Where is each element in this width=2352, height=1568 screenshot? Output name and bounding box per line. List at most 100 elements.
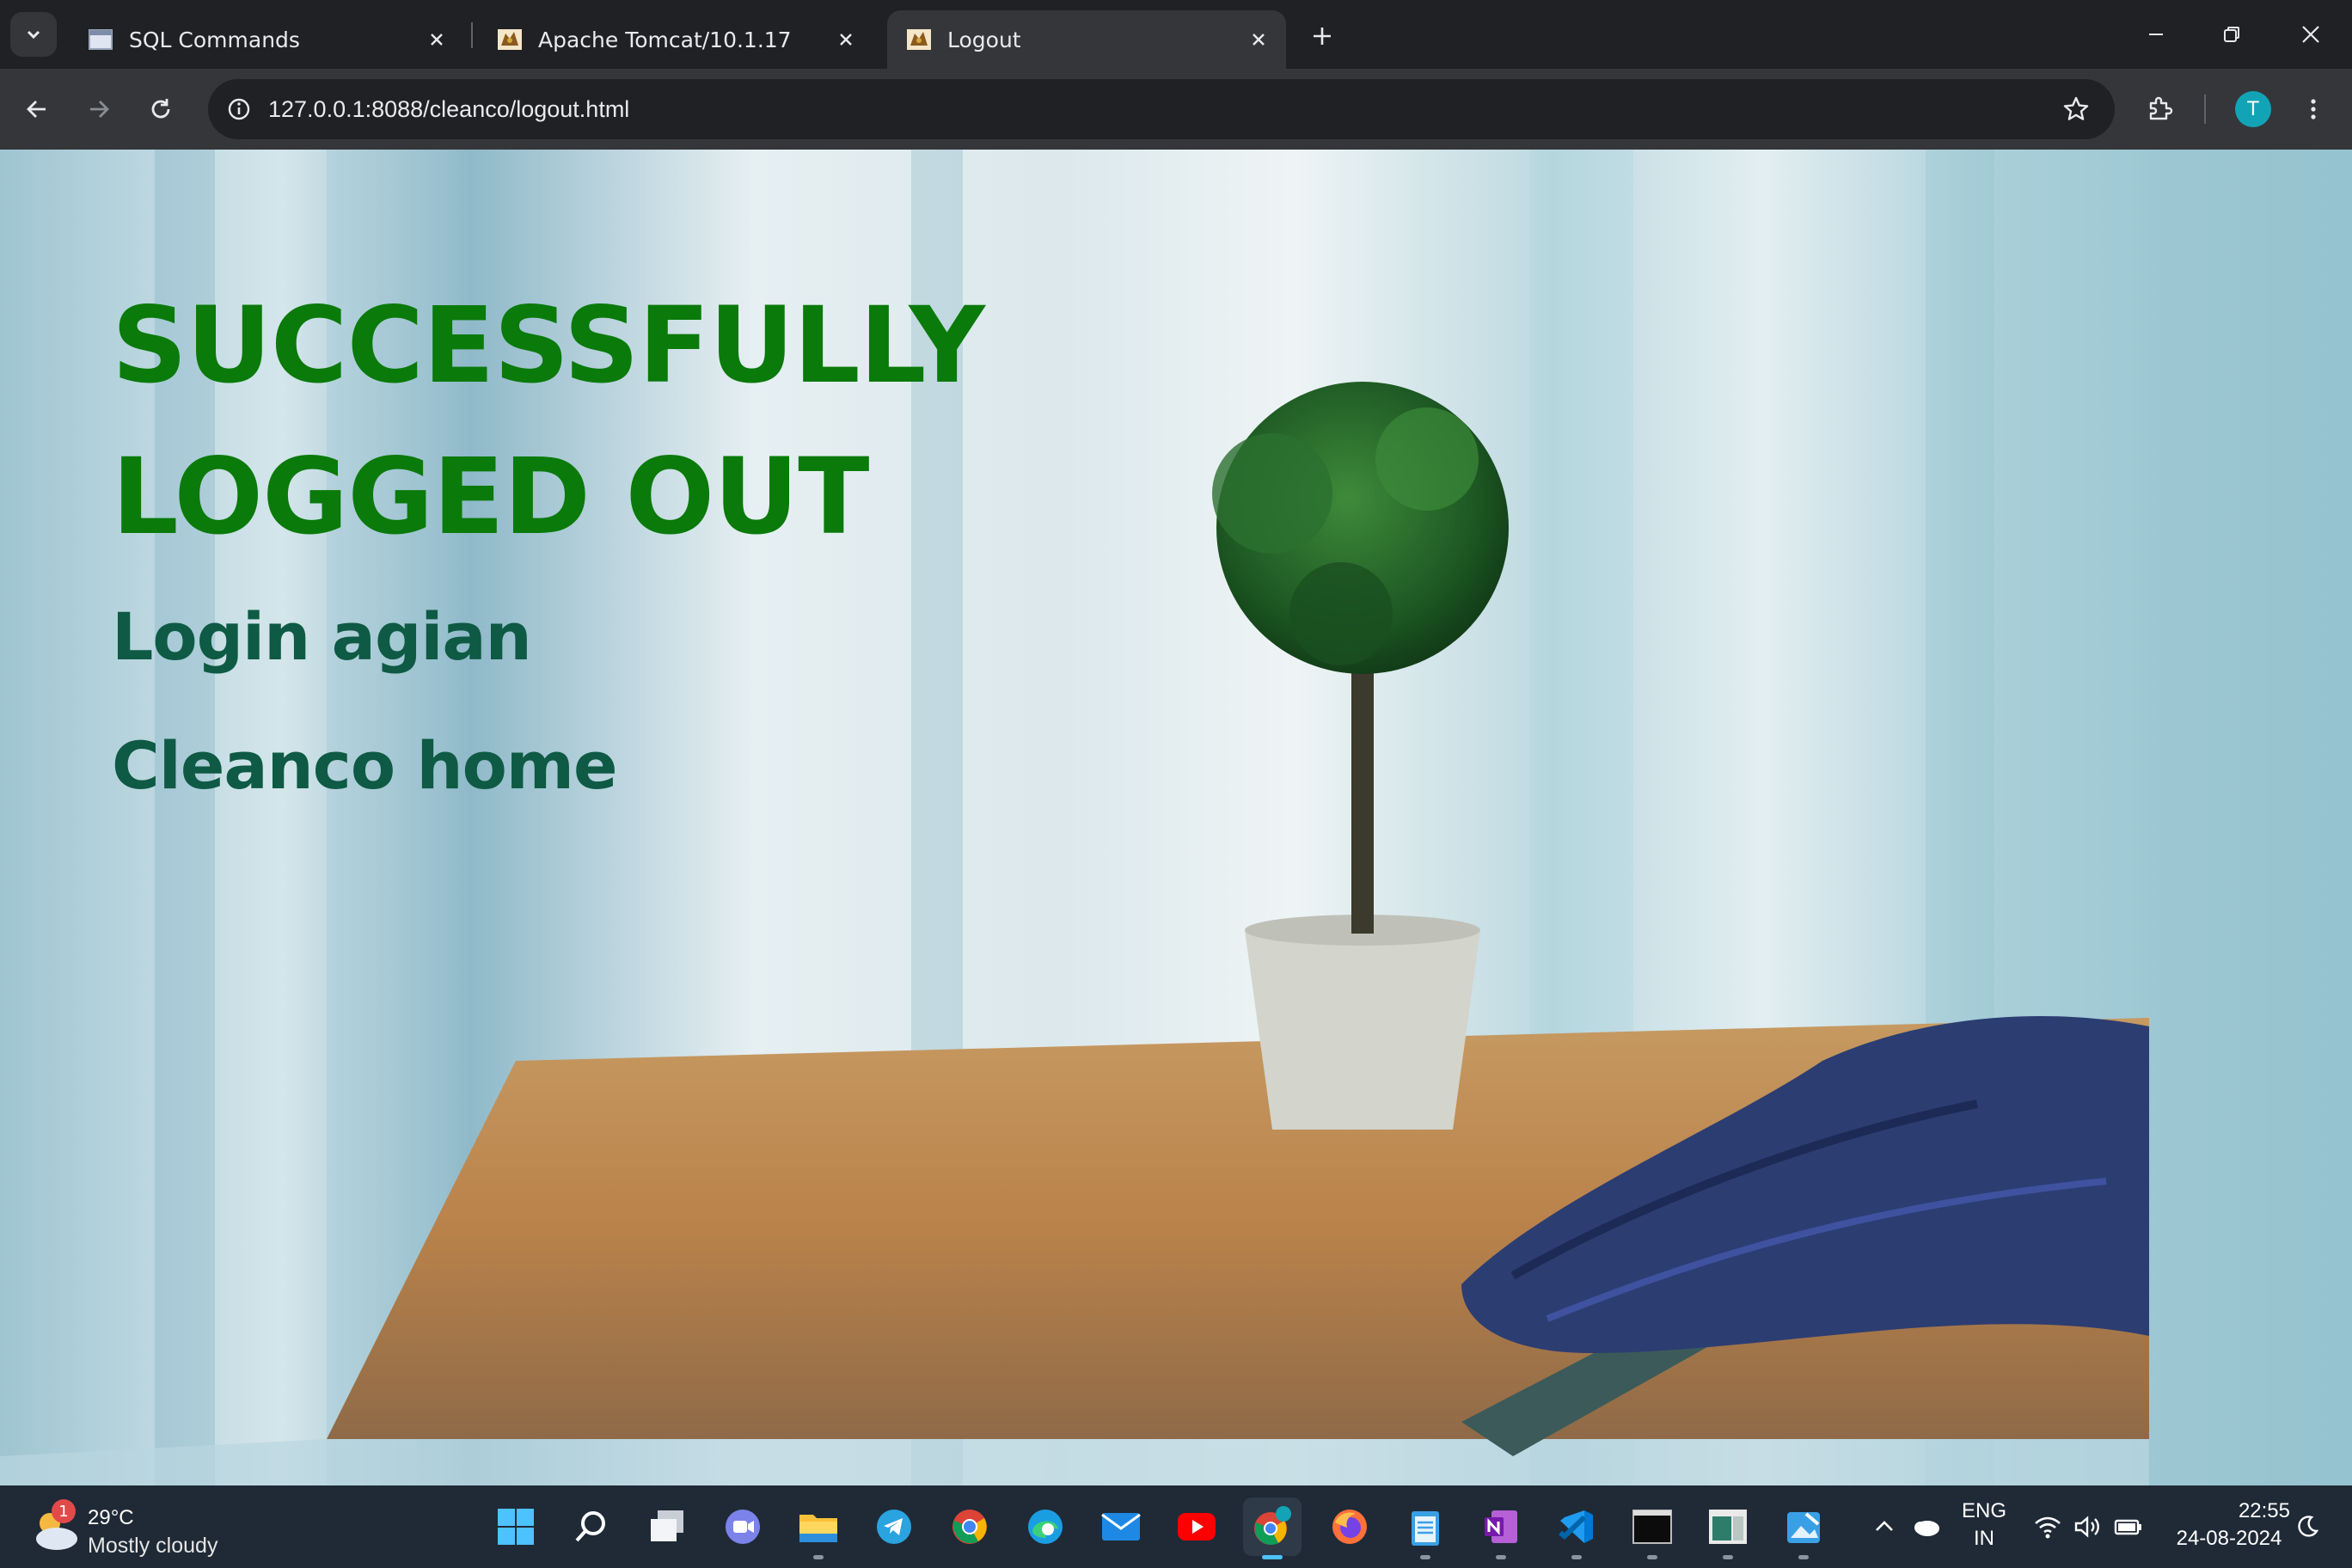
- minimize-button[interactable]: [2130, 10, 2182, 58]
- vscode-icon: [1559, 1510, 1593, 1543]
- minimize-icon: [2149, 34, 2163, 35]
- taskbar-chrome[interactable]: [940, 1498, 999, 1556]
- notepad-icon: [1412, 1511, 1439, 1546]
- weather-widget[interactable]: 1 29°C Mostly cloudy: [31, 1494, 254, 1559]
- browser-toolbar: 127.0.0.1:8088/cleanco/logout.html T: [0, 69, 2352, 150]
- restore-icon: [2224, 27, 2239, 42]
- tab-sql-commands[interactable]: SQL Commands: [69, 10, 464, 69]
- tab-apache-tomcat[interactable]: Apache Tomcat/10.1.17: [478, 10, 873, 69]
- new-tab-button[interactable]: [1303, 17, 1341, 55]
- taskbar-onenote[interactable]: [1472, 1498, 1530, 1559]
- running-indicator: [1571, 1555, 1582, 1559]
- speaker-icon: [2074, 1516, 2099, 1538]
- login-again-link[interactable]: Login agian: [112, 573, 984, 701]
- file-explorer-icon: [799, 1515, 837, 1542]
- language-indicator[interactable]: ENG IN: [1957, 1499, 2012, 1551]
- firefox-icon: [1332, 1510, 1367, 1544]
- taskbar-paint[interactable]: [1774, 1498, 1833, 1559]
- onedrive-tray[interactable]: [1910, 1511, 1941, 1542]
- profile-avatar[interactable]: T: [2235, 91, 2271, 127]
- taskbar-notepad[interactable]: [1396, 1498, 1455, 1559]
- reload-icon: [151, 99, 170, 119]
- tab-title: Logout: [947, 27, 1021, 52]
- page-title: SUCCESSFULLY LOGGED OUT: [112, 270, 985, 573]
- taskbar-chrome-profile[interactable]: [1243, 1498, 1302, 1559]
- back-button[interactable]: [14, 86, 60, 132]
- task-view-button[interactable]: [638, 1498, 696, 1556]
- window-icon: [89, 29, 113, 50]
- edge-icon: [1028, 1510, 1063, 1544]
- taskbar-youtube[interactable]: [1167, 1498, 1226, 1556]
- close-tab-icon[interactable]: [830, 24, 861, 55]
- tab-search-button[interactable]: [10, 12, 57, 57]
- bookmark-star-icon[interactable]: [2058, 91, 2094, 127]
- cleanco-home-link[interactable]: Cleanco home: [112, 701, 984, 830]
- weather-condition: Mostly cloudy: [88, 1534, 218, 1558]
- running-indicator: [813, 1555, 824, 1559]
- more-vert-icon: [2311, 99, 2316, 119]
- start-button[interactable]: [487, 1498, 545, 1556]
- reload-button[interactable]: [138, 86, 184, 132]
- close-tab-icon[interactable]: [421, 24, 452, 55]
- taskbar-edge[interactable]: [1016, 1498, 1075, 1556]
- extensions-button[interactable]: [2137, 86, 2184, 132]
- focus-assist-tray[interactable]: [2292, 1511, 2323, 1542]
- close-tab-icon[interactable]: [1243, 24, 1274, 55]
- region-code: IN: [1974, 1527, 1994, 1550]
- running-indicator: [1496, 1555, 1506, 1559]
- logout-message-block: SUCCESSFULLY LOGGED OUT Login agian Clea…: [112, 270, 985, 830]
- running-indicator: [1723, 1555, 1733, 1559]
- teams-icon: [726, 1510, 760, 1544]
- windows-taskbar: 1 29°C Mostly cloudy ENG IN 22:55 24-08-…: [0, 1485, 2352, 1568]
- chevron-up-icon: [1876, 1521, 1893, 1531]
- tomcat-icon: [907, 29, 931, 50]
- tomcat-icon: [498, 29, 522, 50]
- terminal-icon: [1632, 1510, 1672, 1544]
- volume-tray[interactable]: [2072, 1511, 2103, 1542]
- taskbar-search[interactable]: [562, 1498, 621, 1556]
- page-viewport: SUCCESSFULLY LOGGED OUT Login agian Clea…: [0, 150, 2352, 1485]
- site-info-icon[interactable]: [222, 92, 256, 126]
- taskbar-file-explorer[interactable]: [789, 1498, 848, 1559]
- search-icon: [575, 1511, 605, 1542]
- wifi-tray[interactable]: [2032, 1511, 2063, 1542]
- taskbar-firefox[interactable]: [1320, 1498, 1379, 1556]
- cloud-icon: [1914, 1521, 1939, 1536]
- close-window-button[interactable]: [2285, 10, 2337, 58]
- show-hidden-icons[interactable]: [1869, 1511, 1900, 1542]
- notification-badge: 1: [52, 1499, 76, 1523]
- onenote-icon: [1485, 1510, 1517, 1543]
- taskbar-telegram[interactable]: [865, 1498, 923, 1556]
- clock[interactable]: 22:55 24-08-2024: [2158, 1499, 2300, 1551]
- clock-date: 24-08-2024: [2176, 1527, 2282, 1550]
- taskbar-teams[interactable]: [714, 1498, 772, 1556]
- app-icon: [1709, 1510, 1747, 1544]
- back-arrow-icon: [27, 101, 46, 118]
- taskbar-app[interactable]: [1699, 1498, 1757, 1559]
- chevron-down-icon: [27, 30, 40, 40]
- tab-logout[interactable]: Logout: [887, 10, 1286, 69]
- restore-button[interactable]: [2206, 10, 2257, 58]
- running-indicator: [1647, 1555, 1657, 1559]
- taskbar-mail[interactable]: [1092, 1498, 1150, 1556]
- headline-line-2: LOGGED OUT: [112, 436, 869, 558]
- youtube-icon: [1178, 1513, 1216, 1540]
- paint-icon: [1787, 1512, 1820, 1543]
- tab-title: SQL Commands: [129, 27, 300, 52]
- chrome-icon: [952, 1510, 987, 1544]
- taskbar-terminal[interactable]: [1623, 1498, 1681, 1559]
- taskbar-vscode[interactable]: [1547, 1498, 1606, 1559]
- windows-start-icon: [498, 1509, 534, 1545]
- battery-icon: [2114, 1519, 2141, 1535]
- tab-separator: [471, 22, 473, 48]
- address-bar[interactable]: 127.0.0.1:8088/cleanco/logout.html: [208, 79, 2115, 139]
- language-code: ENG: [1961, 1499, 2006, 1522]
- battery-tray[interactable]: [2113, 1511, 2144, 1542]
- wifi-icon: [2035, 1516, 2061, 1539]
- forward-button[interactable]: [76, 86, 122, 132]
- forward-arrow-icon: [90, 101, 109, 118]
- menu-button[interactable]: [2290, 86, 2337, 132]
- toolbar-divider: [2204, 95, 2206, 124]
- moon-icon: [2298, 1516, 2319, 1537]
- headline-line-1: SUCCESSFULLY: [112, 285, 985, 407]
